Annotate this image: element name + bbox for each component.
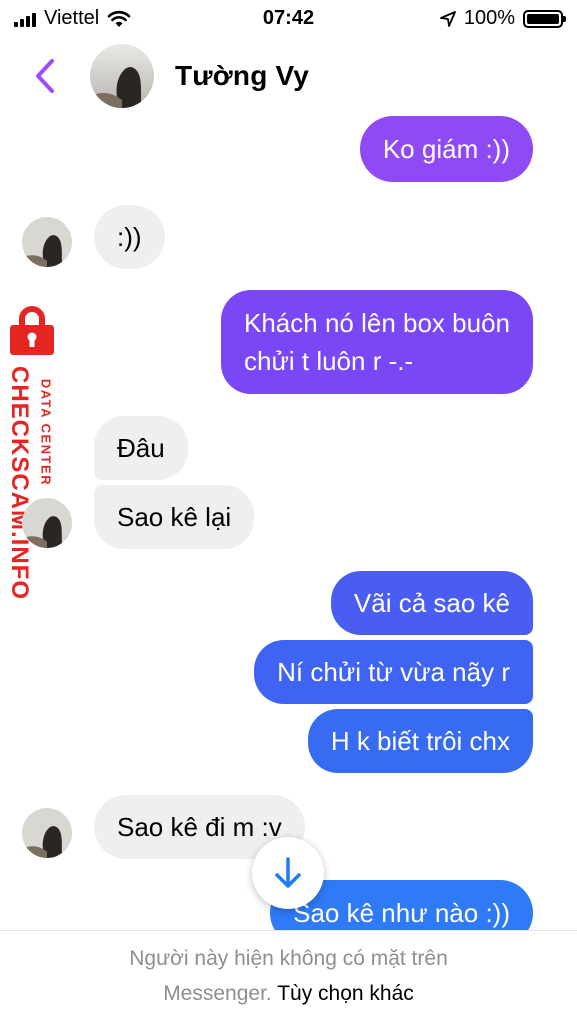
message-text: H k biết trôi chx	[330, 726, 510, 756]
contact-avatar-small[interactable]	[22, 808, 72, 858]
message-text: :))	[117, 222, 142, 252]
unavailable-notice: Người này hiện không có mặt trên Messeng…	[0, 930, 577, 1025]
status-right: 100%	[439, 7, 566, 30]
status-bar: Viettel 07:42 100%	[0, 0, 577, 38]
message-bubble-outgoing[interactable]: Ko giám :))	[359, 116, 533, 182]
more-options-link[interactable]: Tùy chọn khác	[277, 982, 414, 1005]
conversation-header: Tường Vy	[0, 38, 577, 116]
message-text: Vãi cả sao kê	[353, 588, 510, 618]
notice-text: Người này hiện không có mặt trên	[129, 947, 448, 970]
message-text: Ní chửi từ vừa nãy r	[277, 657, 510, 687]
message-bubble-incoming[interactable]: Sao kê lại	[94, 485, 255, 549]
back-button[interactable]	[30, 56, 64, 96]
message-bubble-incoming[interactable]: Đâu	[94, 416, 188, 480]
message-text: Sao kê lại	[117, 502, 232, 532]
arrow-down-icon	[275, 857, 301, 888]
contact-avatar-small[interactable]	[22, 498, 72, 548]
contact-name[interactable]: Tường Vy	[175, 60, 309, 92]
message-bubble-outgoing[interactable]: Ní chửi từ vừa nãy r	[254, 640, 533, 704]
message-text: Ko giám :))	[382, 134, 510, 164]
notice-line2: Messenger. Tùy chọn khác	[0, 982, 577, 1006]
message-text: Đâu	[117, 433, 165, 463]
watermark-subtitle: DATA CENTER	[38, 378, 54, 487]
battery-icon	[523, 9, 566, 28]
contact-avatar-small[interactable]	[22, 217, 72, 267]
scroll-to-bottom-button[interactable]	[252, 837, 324, 909]
message-bubble-outgoing[interactable]: Khách nó lên box buôn chửi t luôn r -.-	[221, 290, 533, 394]
chevron-left-icon	[36, 59, 54, 93]
location-arrow-icon	[439, 10, 456, 27]
message-text: Sao kê như nào :))	[293, 898, 510, 928]
message-bubble-outgoing[interactable]: Vãi cả sao kê	[330, 571, 533, 635]
contact-avatar[interactable]	[90, 44, 154, 108]
battery-percent: 100%	[463, 7, 515, 29]
message-bubble-outgoing[interactable]: H k biết trôi chx	[307, 709, 533, 773]
message-text-line: chửi t luôn r -.-	[244, 346, 414, 376]
message-text-line: Khách nó lên box buôn	[244, 308, 510, 338]
message-bubble-incoming[interactable]: :))	[94, 205, 165, 269]
battery-level	[527, 13, 559, 24]
watermark-title: CHECKSCAM.INFO	[6, 366, 33, 600]
notice-text-end: Messenger.	[163, 982, 272, 1005]
watermark: DATA CENTER CHECKSCAM.INFO	[0, 305, 70, 600]
padlock-icon	[10, 306, 54, 355]
